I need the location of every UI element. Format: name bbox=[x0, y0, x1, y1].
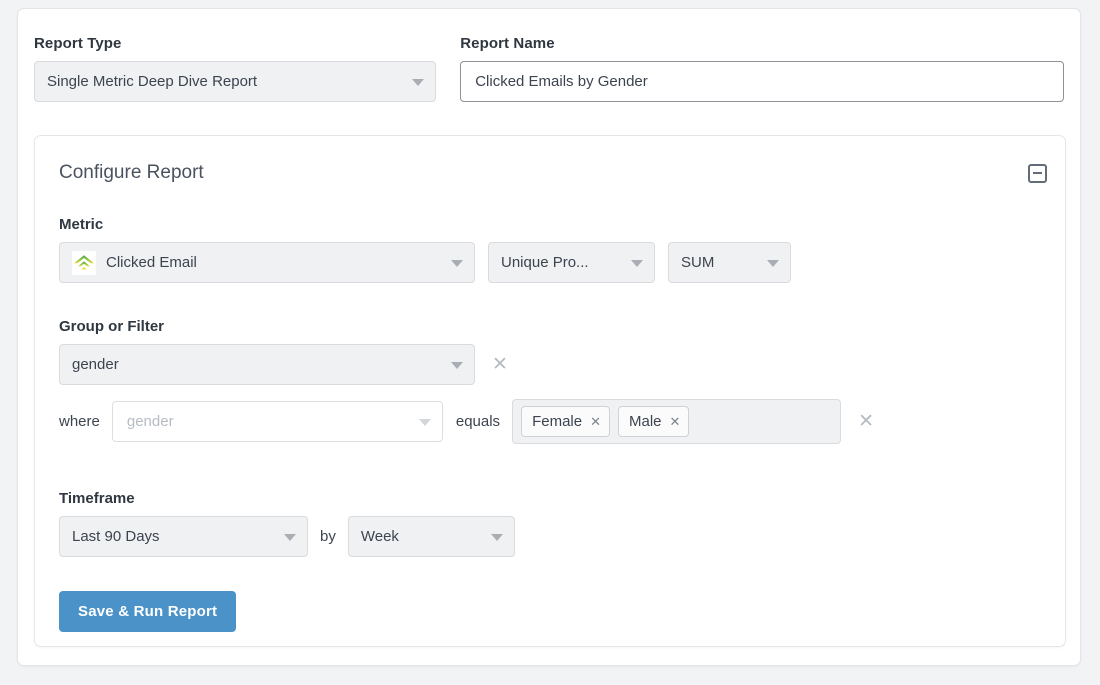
chip-label: Male bbox=[629, 413, 662, 430]
group-property-value: gender bbox=[72, 356, 119, 373]
timeframe-interval-select[interactable]: Week bbox=[348, 516, 515, 557]
chevron-down-icon bbox=[491, 534, 503, 541]
metric-label: Metric bbox=[59, 216, 791, 233]
filter-property-placeholder: gender bbox=[127, 413, 174, 430]
timeframe-range-value: Last 90 Days bbox=[72, 528, 160, 545]
chevron-down-icon bbox=[451, 260, 463, 267]
equals-label: equals bbox=[456, 413, 500, 430]
group-property-row: gender ✕ bbox=[59, 344, 874, 385]
group-or-filter-label: Group or Filter bbox=[59, 318, 874, 335]
chevron-down-icon bbox=[451, 362, 463, 369]
report-name-field: Report Name Clicked Emails by Gender bbox=[460, 35, 1064, 102]
signal-arc-icon bbox=[72, 251, 96, 275]
metric-measure-value: Unique Pro... bbox=[501, 254, 589, 271]
close-icon[interactable]: ✕ bbox=[670, 415, 681, 428]
report-type-field: Report Type Single Metric Deep Dive Repo… bbox=[34, 35, 436, 102]
metric-section: Metric bbox=[59, 216, 791, 283]
report-name-label: Report Name bbox=[460, 35, 1064, 52]
chevron-down-icon bbox=[631, 260, 643, 267]
filter-property-select[interactable]: gender bbox=[112, 401, 443, 442]
timeframe-range-select[interactable]: Last 90 Days bbox=[59, 516, 308, 557]
remove-group-icon[interactable]: ✕ bbox=[492, 355, 508, 374]
report-header-fields: Report Type Single Metric Deep Dive Repo… bbox=[34, 35, 1064, 102]
group-or-filter-section: Group or Filter gender ✕ where gender eq… bbox=[59, 318, 874, 444]
remove-filter-icon[interactable]: ✕ bbox=[858, 412, 874, 431]
filter-value-chip[interactable]: Female ✕ bbox=[521, 406, 610, 437]
report-builder-card: Report Type Single Metric Deep Dive Repo… bbox=[17, 8, 1081, 666]
filter-values-field[interactable]: Female ✕ Male ✕ bbox=[512, 399, 841, 444]
where-label: where bbox=[59, 413, 100, 430]
report-type-select[interactable]: Single Metric Deep Dive Report bbox=[34, 61, 436, 102]
save-and-run-report-button[interactable]: Save & Run Report bbox=[59, 591, 236, 632]
metric-select[interactable]: Clicked Email bbox=[59, 242, 475, 283]
filter-condition-row: where gender equals Female ✕ Male ✕ bbox=[59, 399, 874, 444]
chevron-down-icon bbox=[284, 534, 296, 541]
minus-box-icon[interactable] bbox=[1028, 164, 1047, 183]
timeframe-label: Timeframe bbox=[59, 490, 515, 507]
metric-aggregation-select[interactable]: SUM bbox=[668, 242, 791, 283]
metric-aggregation-value: SUM bbox=[681, 254, 714, 271]
filter-value-chip[interactable]: Male ✕ bbox=[618, 406, 689, 437]
by-label: by bbox=[320, 528, 336, 545]
metric-value: Clicked Email bbox=[106, 254, 197, 271]
group-property-select[interactable]: gender bbox=[59, 344, 475, 385]
chip-label: Female bbox=[532, 413, 582, 430]
report-type-value: Single Metric Deep Dive Report bbox=[47, 73, 257, 90]
close-icon[interactable]: ✕ bbox=[590, 415, 601, 428]
timeframe-interval-value: Week bbox=[361, 528, 399, 545]
configure-report-panel: Configure Report Metric bbox=[34, 135, 1066, 647]
configure-report-title: Configure Report bbox=[59, 162, 204, 184]
timeframe-row: Last 90 Days by Week bbox=[59, 516, 515, 557]
report-name-value: Clicked Emails by Gender bbox=[475, 73, 648, 90]
chevron-down-icon bbox=[419, 419, 431, 426]
metric-row: Clicked Email Unique Pro... SUM bbox=[59, 242, 791, 283]
metric-measure-select[interactable]: Unique Pro... bbox=[488, 242, 655, 283]
report-type-label: Report Type bbox=[34, 35, 436, 52]
chevron-down-icon bbox=[412, 79, 424, 86]
report-name-input[interactable]: Clicked Emails by Gender bbox=[460, 61, 1064, 102]
timeframe-section: Timeframe Last 90 Days by Week bbox=[59, 490, 515, 557]
configure-report-header: Configure Report bbox=[59, 162, 1047, 184]
chevron-down-icon bbox=[767, 260, 779, 267]
